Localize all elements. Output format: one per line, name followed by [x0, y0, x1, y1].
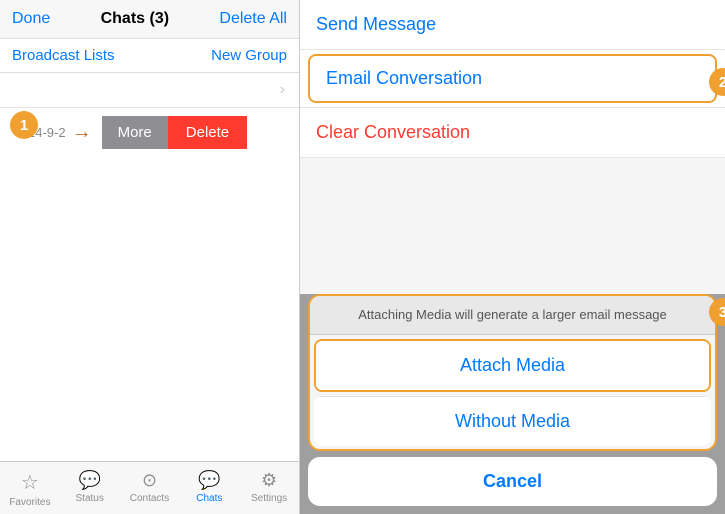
right-panel: 2 3 Send Message Email Conversation Clea… [300, 0, 725, 514]
chats-title: Chats (3) [101, 10, 169, 28]
more-button[interactable]: More [102, 116, 168, 149]
email-conversation-label: Email Conversation [326, 68, 482, 88]
tab-favorites-label: Favorites [9, 497, 50, 508]
annotation-1: 1 [10, 111, 38, 139]
new-group-link[interactable]: New Group [211, 47, 287, 64]
action-sheet-overlay: Attaching Media will generate a larger e… [300, 294, 725, 514]
tab-status[interactable]: 💬 Status [60, 466, 120, 512]
delete-button[interactable]: Delete [168, 116, 247, 149]
chat-row-chevron[interactable]: › [0, 73, 299, 108]
left-panel: Done Chats (3) Delete All Broadcast List… [0, 0, 300, 514]
send-message-label: Send Message [316, 14, 436, 34]
swipe-arrow-icon: → [72, 121, 92, 144]
attach-media-button[interactable]: Attach Media [316, 341, 709, 390]
action-buttons: More Delete [102, 116, 248, 149]
tab-chats-label: Chats [196, 493, 222, 504]
chat-list-area: 1 › 14-9-2 → More Delete [0, 73, 299, 461]
status-icon: 💬 [78, 470, 100, 491]
menu-section: Send Message Email Conversation Clear Co… [300, 0, 725, 158]
swipe-content: 14-9-2 → More Delete [12, 116, 299, 149]
tab-settings-label: Settings [251, 493, 287, 504]
top-bar: Done Chats (3) Delete All [0, 0, 299, 39]
clear-conversation-label: Clear Conversation [316, 122, 470, 142]
delete-all-button[interactable]: Delete All [219, 10, 287, 28]
email-conversation-item[interactable]: Email Conversation [310, 56, 715, 101]
favorites-icon: ☆ [21, 470, 39, 495]
swipe-row: 14-9-2 → More Delete [0, 108, 299, 157]
second-bar: Broadcast Lists New Group [0, 39, 299, 73]
tab-contacts-label: Contacts [130, 493, 169, 504]
annotation-1-circle: 1 [10, 111, 38, 139]
without-media-container: Without Media [314, 396, 711, 446]
action-sheet-message: Attaching Media will generate a larger e… [310, 296, 715, 335]
tab-status-label: Status [76, 493, 104, 504]
attach-media-highlight: Attach Media [314, 339, 711, 392]
contacts-icon: ⊙ [142, 470, 157, 491]
send-message-item[interactable]: Send Message [300, 0, 725, 50]
cancel-button[interactable]: Cancel [308, 457, 717, 506]
tab-favorites[interactable]: ☆ Favorites [0, 466, 60, 512]
tab-chats[interactable]: 💬 Chats [179, 466, 239, 512]
without-media-button[interactable]: Without Media [314, 396, 711, 446]
broadcast-lists-link[interactable]: Broadcast Lists [12, 47, 115, 64]
action-sheet: Attaching Media will generate a larger e… [308, 294, 717, 451]
done-button[interactable]: Done [12, 10, 50, 28]
tab-contacts[interactable]: ⊙ Contacts [120, 466, 180, 512]
tab-bar: ☆ Favorites 💬 Status ⊙ Contacts 💬 Chats … [0, 461, 299, 514]
chevron-right-icon: › [280, 81, 285, 99]
chats-icon: 💬 [198, 470, 220, 491]
settings-icon: ⚙ [261, 470, 277, 491]
tab-settings[interactable]: ⚙ Settings [239, 466, 299, 512]
email-conversation-highlighted-box: Email Conversation [308, 54, 717, 103]
clear-conversation-item[interactable]: Clear Conversation [300, 107, 725, 158]
